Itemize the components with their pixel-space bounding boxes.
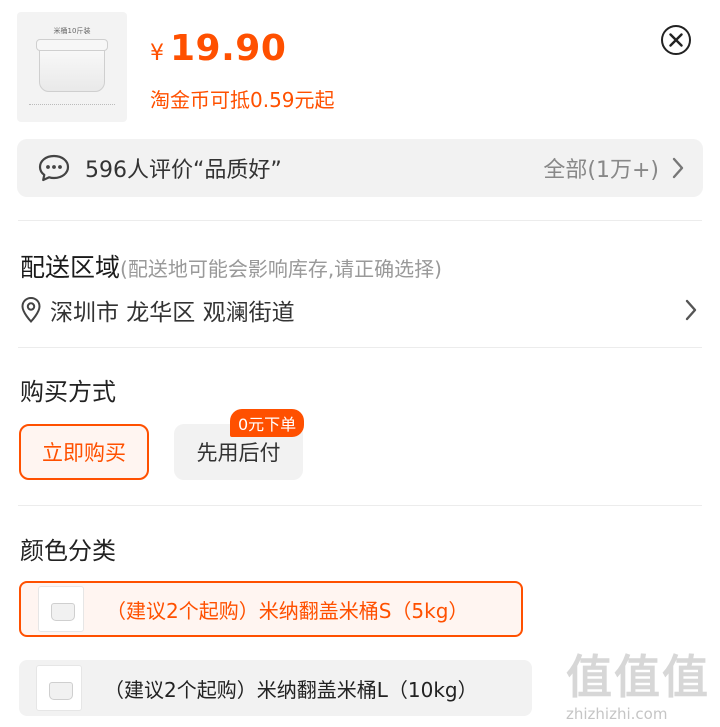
purchase-method-title: 购买方式 [20, 378, 116, 406]
all-reviews-link[interactable]: 全部(1万+) [543, 152, 659, 184]
chat-bubble-icon [38, 154, 70, 182]
buy-now-option[interactable]: 立即购买 [19, 424, 149, 480]
close-button[interactable] [661, 25, 691, 55]
close-icon [669, 33, 683, 47]
watermark-url: zhizhizhi.com [566, 705, 668, 723]
watermark-logo: 值值值 [566, 650, 710, 704]
coin-discount-note: 淘金币可抵0.59元起 [150, 88, 335, 112]
zero-down-badge: 0元下单 [230, 409, 305, 437]
delivery-address: 深圳市 龙华区 观澜街道 [50, 300, 295, 326]
thumbnail-footnote [29, 104, 115, 107]
divider [18, 347, 702, 348]
delivery-address-selector[interactable]: 深圳市 龙华区 观澜街道 [20, 290, 698, 330]
delivery-title: 配送区域 [20, 253, 121, 282]
review-summary-bar[interactable]: 596人评价“品质好” 全部(1万+) [17, 139, 703, 197]
location-pin-icon [21, 296, 41, 323]
chevron-right-icon [672, 157, 684, 179]
delivery-section-header: 配送区域 (配送地可能会影响库存,请正确选择) [20, 248, 442, 284]
option-thumbnail [36, 665, 82, 711]
color-category-title: 颜色分类 [20, 537, 116, 565]
option-thumbnail [38, 586, 84, 632]
chevron-right-icon [685, 299, 697, 321]
color-option-l-10kg[interactable]: （建议2个起购）米纳翻盖米桶L（10kg） [19, 660, 532, 716]
rice-bucket-image [36, 39, 108, 92]
divider [18, 505, 702, 506]
option-label: （建议2个起购）米纳翻盖米桶S（5kg） [106, 598, 469, 623]
site-watermark: 值值值 zhizhizhi.com [566, 641, 716, 725]
delivery-note: (配送地可能会影响库存,请正确选择) [120, 257, 442, 281]
price-amount: 19.90 [170, 28, 287, 69]
currency-symbol: ¥ [150, 41, 164, 66]
review-summary-text: 596人评价“品质好” [85, 158, 282, 183]
option-label: （建议2个起购）米纳翻盖米桶L（10kg） [104, 677, 478, 702]
thumbnail-caption: 米桶10斤装 [53, 27, 91, 35]
divider [18, 220, 702, 221]
price: ¥ 19.90 [150, 28, 286, 69]
product-thumbnail[interactable]: 米桶10斤装 [17, 12, 127, 122]
color-option-s-5kg[interactable]: （建议2个起购）米纳翻盖米桶S（5kg） [19, 581, 523, 637]
